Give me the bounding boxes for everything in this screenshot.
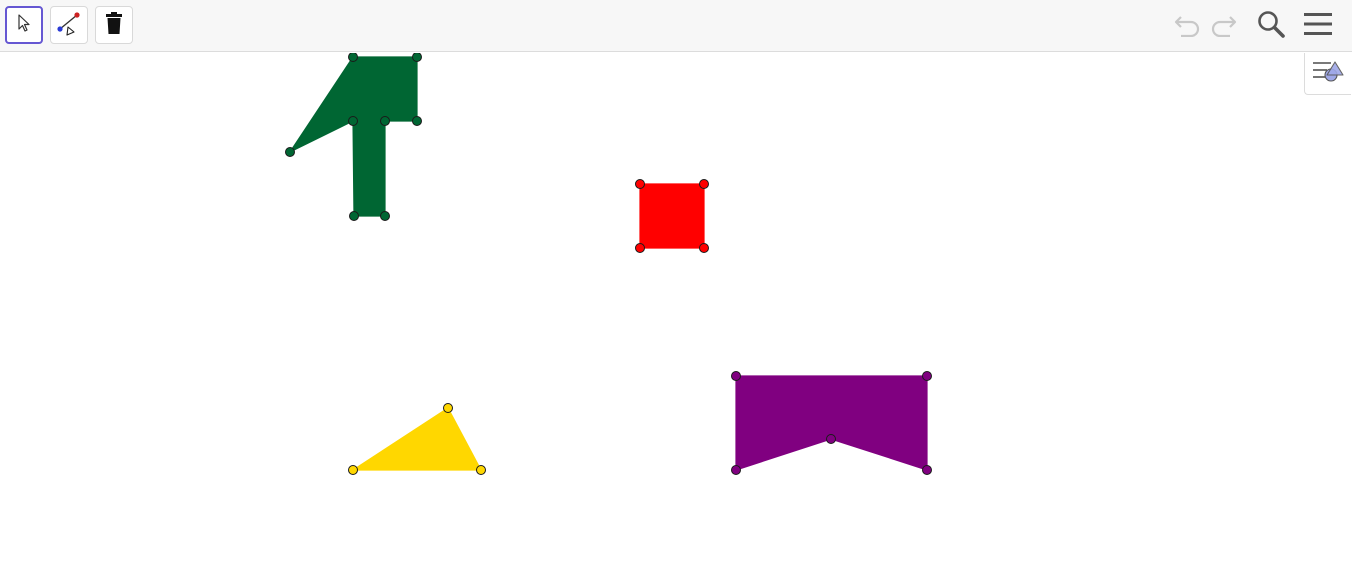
purple-polygon[interactable] — [731, 371, 932, 475]
search-icon — [1256, 9, 1286, 44]
vertex-point[interactable] — [699, 179, 709, 189]
vertex-point[interactable] — [699, 243, 709, 253]
vertex-point[interactable] — [826, 434, 836, 444]
green-polygon[interactable] — [285, 53, 422, 221]
vertex-point[interactable] — [348, 116, 358, 126]
vertex-point[interactable] — [285, 147, 295, 157]
vertex-point[interactable] — [412, 53, 422, 62]
toolbar — [0, 0, 1352, 52]
vertex-point[interactable] — [443, 403, 453, 413]
red-square[interactable] — [635, 179, 709, 253]
move-tool-button[interactable] — [5, 6, 43, 44]
vertex-point[interactable] — [635, 243, 645, 253]
menu-button[interactable] — [1301, 9, 1335, 43]
hamburger-menu-icon — [1304, 12, 1332, 41]
vertex-point[interactable] — [922, 371, 932, 381]
delete-tool-button[interactable] — [95, 6, 133, 44]
redo-button[interactable] — [1207, 9, 1241, 43]
geometry-app — [0, 0, 1352, 584]
segment-tool-button[interactable] — [50, 6, 88, 44]
vertex-point[interactable] — [380, 211, 390, 221]
undo-icon — [1172, 11, 1202, 42]
redo-icon — [1209, 11, 1239, 42]
vertex-point[interactable] — [731, 371, 741, 381]
trash-icon — [104, 11, 124, 40]
vertex-point[interactable] — [348, 53, 358, 62]
vertex-point[interactable] — [476, 465, 486, 475]
cursor-arrow-icon — [15, 13, 33, 38]
vertex-point[interactable] — [412, 116, 422, 126]
vertex-point[interactable] — [380, 116, 390, 126]
yellow-triangle[interactable] — [348, 403, 486, 475]
segment-points-icon — [55, 9, 83, 42]
vertex-point[interactable] — [635, 179, 645, 189]
search-button[interactable] — [1254, 9, 1288, 43]
vertex-point[interactable] — [348, 465, 358, 475]
vertex-point[interactable] — [349, 211, 359, 221]
geometry-canvas[interactable] — [0, 53, 1352, 584]
vertex-point[interactable] — [731, 465, 741, 475]
graphics-view[interactable] — [0, 53, 1352, 584]
vertex-point[interactable] — [922, 465, 932, 475]
undo-button[interactable] — [1170, 9, 1204, 43]
